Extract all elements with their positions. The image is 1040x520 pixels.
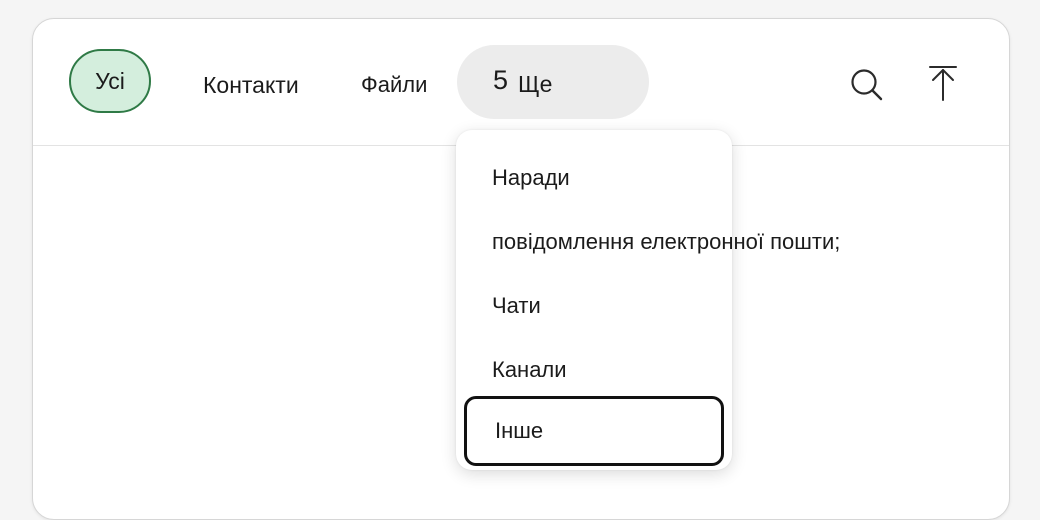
upload-icon bbox=[929, 66, 957, 101]
menu-item-channels[interactable]: Канали bbox=[464, 338, 724, 402]
search-button[interactable] bbox=[845, 63, 889, 107]
tab-more-label: Ще bbox=[518, 70, 553, 97]
menu-item-label: Чати bbox=[492, 293, 541, 318]
tab-all[interactable]: Усі bbox=[69, 49, 151, 113]
tab-files-label: Файли bbox=[361, 72, 428, 97]
tab-more[interactable]: 5 Ще bbox=[457, 45, 649, 119]
tab-all-label: Усі bbox=[95, 67, 125, 94]
more-count-badge: 5 bbox=[493, 64, 509, 95]
tab-files[interactable]: Файли bbox=[361, 65, 427, 105]
menu-item-label: Інше bbox=[495, 418, 544, 443]
menu-item-chats[interactable]: Чати bbox=[464, 274, 724, 338]
filter-tab-bar: Усі Контакти Файли 5 Ще bbox=[33, 19, 1009, 146]
menu-item-label: Наради bbox=[492, 165, 570, 190]
menu-item-meetings[interactable]: Наради bbox=[464, 146, 724, 210]
menu-item-label: Канали bbox=[492, 357, 567, 382]
upload-button[interactable] bbox=[921, 61, 965, 105]
tab-contacts[interactable]: Контакти bbox=[203, 65, 299, 105]
menu-item-label: повідомлення електронної пошти; bbox=[492, 229, 841, 254]
menu-item-email[interactable]: повідомлення електронної пошти; bbox=[464, 210, 884, 274]
menu-item-other[interactable]: Інше bbox=[464, 396, 724, 466]
tab-contacts-label: Контакти bbox=[203, 71, 299, 98]
search-icon bbox=[851, 69, 883, 101]
more-dropdown-menu: Наради повідомлення електронної пошти; Ч… bbox=[456, 130, 840, 470]
